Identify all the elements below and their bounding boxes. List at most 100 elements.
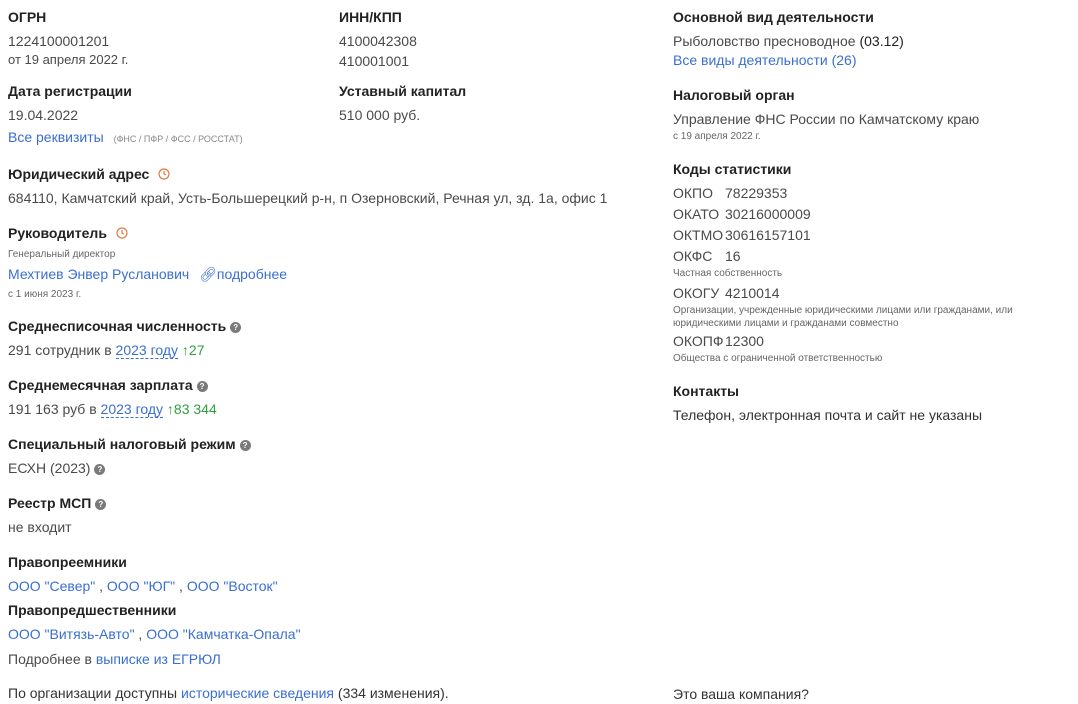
staff-value-row: 291 сотрудник в 2023 году ↑27 xyxy=(8,342,205,359)
successor-link[interactable]: ООО "ЮГ" xyxy=(107,578,175,594)
inn-value: 4100042308 xyxy=(339,33,417,49)
okato-row: ОКАТО 30216000009 xyxy=(673,206,811,222)
successors-list: ООО "Север" , ООО "ЮГ" , ООО "Восток" xyxy=(8,578,278,594)
contacts-label: Контакты xyxy=(673,383,740,399)
staff-label-row: Среднесписочная численность? xyxy=(8,318,242,334)
reg-date-label: Дата регистрации xyxy=(8,83,132,99)
history-prefix: По организации доступны xyxy=(8,685,178,701)
address-label: Юридический адрес xyxy=(8,166,150,182)
tax-authority-value: Управление ФНС России по Камчатскому кра… xyxy=(673,111,980,127)
okogu-key: ОКОГУ xyxy=(673,285,720,301)
okogu-note-2: юридическими лицами и гражданами совмест… xyxy=(673,318,899,329)
tax-label-row: Специальный налоговый режим? xyxy=(8,436,251,452)
head-more-link[interactable]: 🔗︎подробнее xyxy=(199,266,287,282)
help-icon[interactable]: ? xyxy=(239,440,251,451)
successor-link[interactable]: ООО "Север" xyxy=(8,578,95,594)
salary-prefix: 191 163 руб в xyxy=(8,401,97,417)
head-label: Руководитель xyxy=(8,225,107,241)
extract-row: Подробнее в выписке из ЕГРЮЛ xyxy=(8,651,221,667)
help-icon[interactable]: ? xyxy=(230,322,242,333)
head-since: с 1 июня 2023 г. xyxy=(8,289,82,300)
stats-label: Коды статистики xyxy=(673,161,792,177)
msp-label: Реестр МСП xyxy=(8,495,92,511)
ogrn-value: 1224100001201 xyxy=(8,33,110,49)
activity-label: Основной вид деятельности xyxy=(673,9,874,25)
salary-label-row: Среднемесячная зарплата? xyxy=(8,377,208,393)
history-row: По организации доступны исторические све… xyxy=(8,685,449,701)
okfs-note: Частная собственность xyxy=(673,268,783,279)
help-icon[interactable]: ? xyxy=(94,464,106,475)
clock-icon[interactable] xyxy=(158,168,170,180)
okfs-key: ОКФС xyxy=(673,248,713,264)
extract-prefix: Подробнее в xyxy=(8,651,92,667)
successor-link[interactable]: ООО "Восток" xyxy=(187,578,278,594)
reg-date-value: 19.04.2022 xyxy=(8,107,79,123)
head-name-link[interactable]: Мехтиев Энвер Русланович xyxy=(8,266,189,282)
head-label-row: Руководитель xyxy=(8,225,128,241)
okpo-value: 78229353 xyxy=(725,185,788,201)
oktmo-row: ОКТМО 30616157101 xyxy=(673,227,811,243)
salary-value-row: 191 163 руб в 2023 году ↑83 344 xyxy=(8,401,217,418)
contacts-value: Телефон, электронная почта и сайт не ука… xyxy=(673,407,983,423)
tax-authority-label: Налоговый орган xyxy=(673,87,795,103)
salary-label: Среднемесячная зарплата xyxy=(8,377,193,393)
oktmo-key: ОКТМО xyxy=(673,227,724,243)
link-icon: 🔗︎ xyxy=(199,266,217,282)
activity-value: Рыболовство пресноводное xyxy=(673,33,856,49)
msp-value: не входит xyxy=(8,519,72,535)
tax-value-row: ЕСХН (2023)? xyxy=(8,460,106,476)
staff-label: Среднесписочная численность xyxy=(8,318,227,334)
all-details-row: Все реквизиты (ФНС / ПФР / ФСС / РОССТАТ… xyxy=(8,129,243,145)
okpo-key: ОКПО xyxy=(673,185,713,201)
salary-year-link[interactable]: 2023 году xyxy=(100,401,164,418)
tax-regime-value: ЕСХН (2023) xyxy=(8,460,91,476)
oktmo-value: 30616157101 xyxy=(725,227,811,243)
okogu-note-1: Организации, учрежденные юридическими ли… xyxy=(673,305,1013,316)
activity-code: (03.12) xyxy=(859,33,904,49)
all-details-link[interactable]: Все реквизиты xyxy=(8,129,104,145)
okopf-note: Общества с ограниченной ответственностью xyxy=(673,353,883,364)
all-activities-link[interactable]: Все виды деятельности (26) xyxy=(673,52,857,68)
claim-company-link[interactable]: Это ваша компания? xyxy=(673,686,809,702)
details-sources: (ФНС / ПФР / ФСС / РОССТАТ) xyxy=(113,134,243,144)
history-suffix: (334 изменения). xyxy=(337,685,449,701)
okopf-value: 12300 xyxy=(725,333,764,349)
tax-regime-label: Специальный налоговый режим xyxy=(8,436,236,452)
staff-delta: ↑27 xyxy=(181,342,205,358)
staff-prefix: 291 сотрудник в xyxy=(8,342,112,358)
okogu-row: ОКОГУ 4210014 xyxy=(673,285,780,301)
extract-link[interactable]: выписке из ЕГРЮЛ xyxy=(96,651,221,667)
address-label-row: Юридический адрес xyxy=(8,166,170,182)
clock-icon[interactable] xyxy=(116,227,128,239)
okogu-value: 4210014 xyxy=(725,285,780,301)
okopf-key: ОКОПФ xyxy=(673,333,724,349)
predecessor-link[interactable]: ООО "Витязь-Авто" xyxy=(8,626,135,642)
help-icon[interactable]: ? xyxy=(196,381,208,392)
head-role: Генеральный директор xyxy=(8,249,116,260)
history-link[interactable]: исторические сведения xyxy=(181,685,334,701)
msp-label-row: Реестр МСП? xyxy=(8,495,107,511)
tax-authority-date: с 19 апреля 2022 г. xyxy=(673,131,761,142)
inn-label: ИНН/КПП xyxy=(339,9,402,25)
kpp-value: 410001001 xyxy=(339,53,410,69)
predecessors-list: ООО "Витязь-Авто" , ООО "Камчатка-Опала" xyxy=(8,626,301,642)
staff-year-link[interactable]: 2023 году xyxy=(115,342,179,359)
successors-label: Правопреемники xyxy=(8,554,127,570)
ogrn-date: от 19 апреля 2022 г. xyxy=(8,52,129,67)
predecessors-label: Правопредшественники xyxy=(8,602,177,618)
help-icon[interactable]: ? xyxy=(95,499,107,510)
okpo-row: ОКПО 78229353 xyxy=(673,185,787,201)
address-value: 684110, Камчатский край, Усть-Большерецк… xyxy=(8,190,608,206)
okfs-value: 16 xyxy=(725,248,741,264)
okato-value: 30216000009 xyxy=(725,206,811,222)
okato-key: ОКАТО xyxy=(673,206,720,222)
predecessor-link[interactable]: ООО "Камчатка-Опала" xyxy=(146,626,300,642)
capital-label: Уставный капитал xyxy=(339,83,467,99)
salary-delta: ↑83 344 xyxy=(166,401,217,417)
okopf-row: ОКОПФ 12300 xyxy=(673,333,764,349)
capital-value: 510 000 руб. xyxy=(339,107,421,123)
head-more-label: подробнее xyxy=(216,266,288,282)
activity-value-row: Рыболовство пресноводное (03.12) xyxy=(673,33,904,49)
head-name-row: Мехтиев Энвер Русланович 🔗︎подробнее xyxy=(8,266,287,283)
okfs-row: ОКФС 16 xyxy=(673,248,741,264)
